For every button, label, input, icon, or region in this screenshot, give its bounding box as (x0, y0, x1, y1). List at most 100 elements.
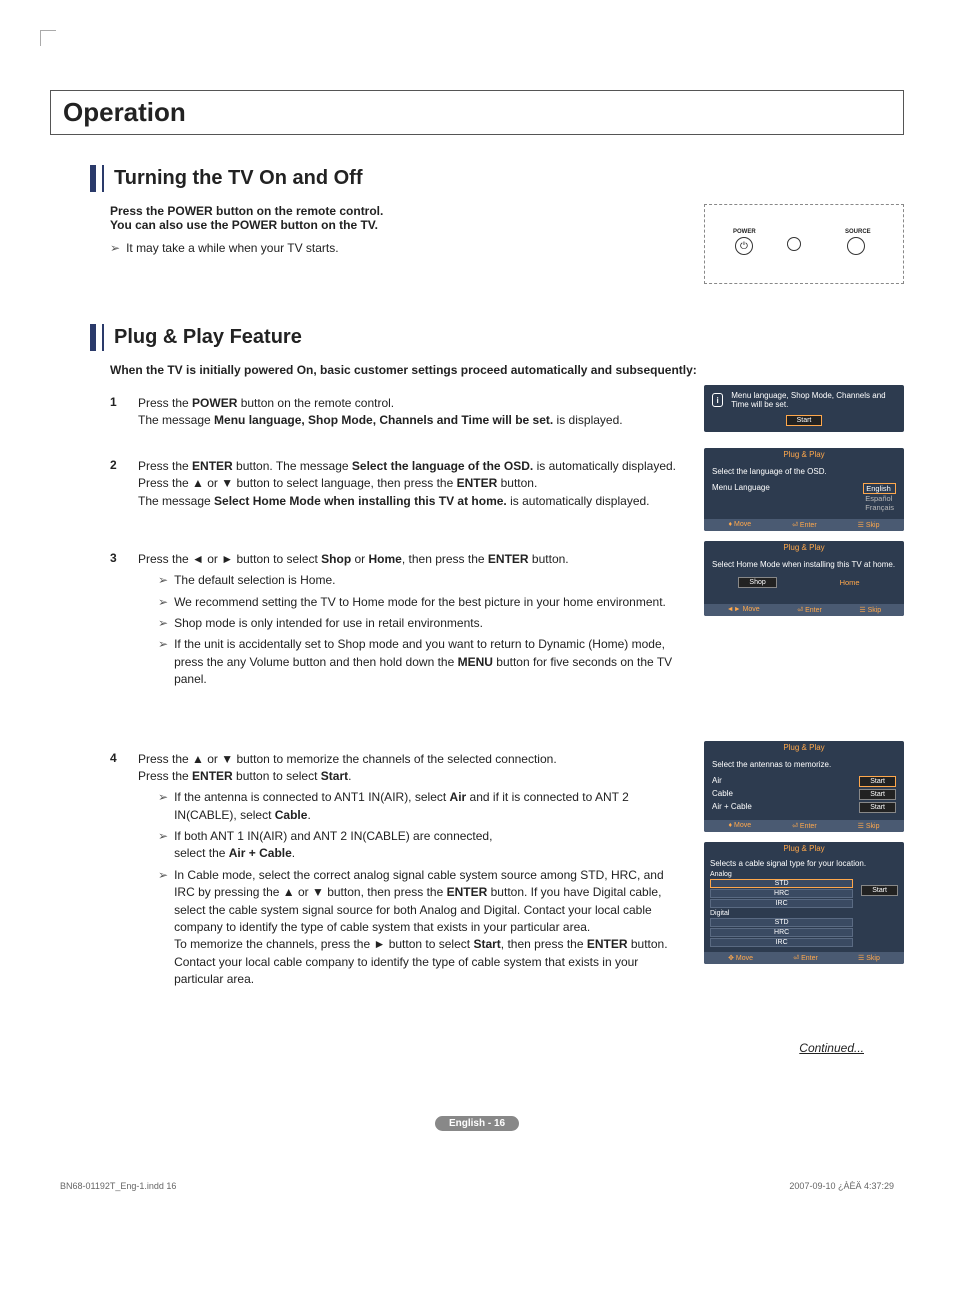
t: The default selection is Home. (174, 572, 686, 589)
t: ENTER (457, 476, 498, 490)
foot-enter: ⏎ Enter (797, 606, 822, 614)
t: In Cable mode, select the correct analog… (174, 867, 686, 989)
section2-title: Plug & Play Feature (114, 324, 302, 351)
t: Start (473, 937, 500, 951)
step3-body: Press the ◄ or ► button to select Shop o… (138, 551, 686, 693)
arrow-icon: ➢ (158, 867, 168, 884)
section1-left: Press the POWER button on the remote con… (110, 204, 686, 261)
t: , then press the (402, 552, 488, 566)
osd2-body: Select the language of the OSD. Menu Lan… (704, 461, 904, 519)
power-button-icon: ⏻ (735, 237, 753, 255)
osd5-d-std: STD (710, 918, 853, 927)
t: ENTER (587, 937, 628, 951)
section1-note-text: It may take a while when your TV starts. (126, 240, 686, 257)
t: Menu language, Shop Mode, Channels and T… (214, 413, 553, 427)
t: Move (734, 822, 751, 829)
t: button. (529, 552, 569, 566)
step1-right: i Menu language, Shop Mode, Channels and… (704, 385, 904, 442)
osd4-body: Select the antennas to memorize. AirStar… (704, 754, 904, 820)
t: button to select (233, 769, 321, 783)
osd5-a-std: STD (710, 879, 853, 888)
section1-right: POWER SOURCE ⏻ (704, 204, 904, 284)
t: To memorize the channels, press the ► bu… (174, 937, 473, 951)
osd5-d-irc: IRC (710, 938, 853, 947)
section1-title: Turning the TV On and Off (114, 165, 363, 192)
t: Skip (866, 823, 880, 830)
t: Move (743, 606, 760, 613)
osd4-footer: ♦ Move ⏎ Enter ☰ Skip (704, 820, 904, 832)
t: Home (369, 552, 402, 566)
step1-left: 1 Press the POWER button on the remote c… (110, 385, 686, 448)
step4-b2: ➢ If both ANT 1 IN(AIR) and ANT 2 IN(CABL… (158, 828, 686, 863)
step2-left: 2 Press the ENTER button. The message Se… (110, 448, 686, 528)
t: Move (736, 955, 753, 962)
t: Cable (712, 789, 733, 800)
header-bar-icon (90, 165, 96, 192)
t: or (351, 552, 368, 566)
t: Skip (868, 607, 882, 614)
step4-body: Press the ▲ or ▼ button to memorize the … (138, 751, 686, 993)
step3-b3: ➢Shop mode is only intended for use in r… (158, 615, 686, 632)
arrow-icon: ➢ (110, 240, 120, 257)
step2-right: Plug & Play Select the language of the O… (704, 448, 904, 541)
step4-b3: ➢ In Cable mode, select the correct analo… (158, 867, 686, 989)
t: If both ANT 1 IN(AIR) and ANT 2 IN(CABLE… (174, 829, 492, 843)
osd2-msg: Select the language of the OSD. (712, 467, 896, 476)
osd5-digital: Digital (710, 910, 853, 917)
step1-num: 1 (110, 395, 124, 430)
t: Skip (866, 955, 880, 962)
t: Start (859, 802, 896, 813)
osd4-r0: AirStart (712, 775, 896, 788)
t: ENTER (488, 552, 529, 566)
t: select the (174, 846, 229, 860)
t: Start (321, 769, 348, 783)
osd5-start: Start (861, 885, 898, 896)
arrow-icon: ➢ (158, 615, 168, 632)
header-bar2-icon (102, 165, 104, 192)
foot-move: ♦ Move (728, 521, 751, 529)
t: Enter (801, 955, 818, 962)
continued-label: Continued... (50, 1041, 904, 1055)
page-footer-center: English - 16 (50, 1115, 904, 1131)
step4-right: Plug & Play Select the antennas to memor… (704, 741, 904, 974)
t: Skip (866, 522, 880, 529)
osd1-msg: Menu language, Shop Mode, Channels and T… (731, 391, 896, 409)
header-bar-icon (90, 324, 96, 351)
t: ENTER (192, 459, 233, 473)
t: button on the remote control. (237, 396, 394, 410)
t: . (348, 769, 351, 783)
main-title: Operation (63, 97, 891, 128)
step4-b1: ➢If the antenna is connected to ANT1 IN(… (158, 789, 686, 824)
osd4-r1: CableStart (712, 788, 896, 801)
osd2-opt-english: English (863, 483, 896, 494)
foot-enter: ⏎ Enter (792, 521, 817, 529)
step2: 2 Press the ENTER button. The message Se… (110, 458, 686, 510)
foot-skip: ☰ Skip (859, 606, 881, 614)
step2-row: 2 Press the ENTER button. The message Se… (110, 448, 904, 541)
osd2-opt-espanol: Español (863, 494, 896, 503)
t: Press the (138, 459, 192, 473)
info-icon: i (712, 393, 723, 407)
arrow-icon: ➢ (158, 828, 168, 845)
header-bar2-icon (102, 324, 104, 351)
osd4-title: Plug & Play (704, 741, 904, 754)
t: Shop (321, 552, 351, 566)
t: If the unit is accidentally set to Shop … (174, 636, 686, 688)
t: , then press the (501, 937, 587, 951)
section2-content: When the TV is initially powered On, bas… (110, 363, 904, 1011)
t: . (292, 846, 295, 860)
t: is automatically displayed. (507, 494, 650, 508)
section2-header: Plug & Play Feature (90, 324, 904, 351)
t: Enter (800, 823, 817, 830)
t: Start (859, 776, 896, 787)
source-label: SOURCE (845, 229, 871, 235)
osd3-footer: ◄► Move ⏎ Enter ☰ Skip (704, 604, 904, 616)
t: Press the ▲ or ▼ button to memorize the … (138, 752, 557, 766)
step3-right: Plug & Play Select Home Mode when instal… (704, 541, 904, 626)
section2-intro: When the TV is initially powered On, bas… (110, 363, 904, 377)
step1-body: Press the POWER button on the remote con… (138, 395, 686, 430)
page-badge: English - 16 (435, 1116, 519, 1131)
osd-language: Plug & Play Select the language of the O… (704, 448, 904, 531)
t: If both ANT 1 IN(AIR) and ANT 2 IN(CABLE… (174, 828, 686, 863)
osd-initial: i Menu language, Shop Mode, Channels and… (704, 385, 904, 432)
